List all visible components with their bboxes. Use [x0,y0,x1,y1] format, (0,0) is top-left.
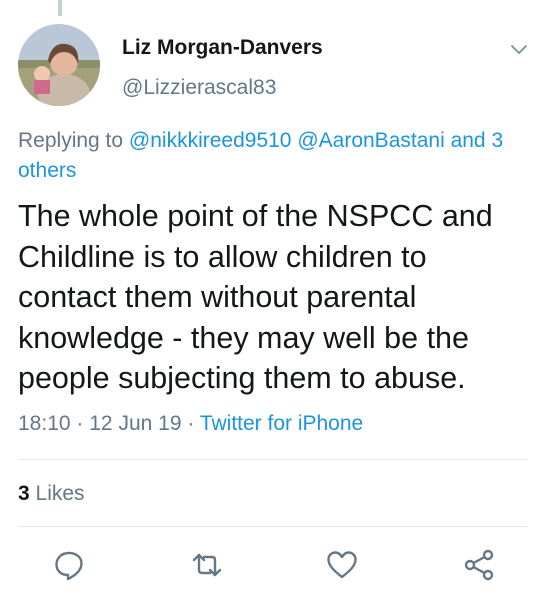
reply-icon[interactable] [52,548,86,582]
tweet-meta: 18:10 · 12 Jun 19 · Twitter for iPhone [18,412,363,436]
meta-separator: · [76,412,84,435]
replying-and[interactable]: and [451,129,486,152]
tweet-time: 18:10 [18,412,71,435]
replying-prefix: Replying to [18,129,124,152]
share-icon[interactable] [462,548,496,582]
tweet-source[interactable]: Twitter for iPhone [200,412,363,435]
divider [18,526,527,527]
replying-to-user-2[interactable]: @AaronBastani [297,129,444,152]
replying-to: Replying to @nikkkireed9510 @AaronBastan… [18,126,528,186]
meta-separator: · [187,412,195,435]
thread-connector-line [58,0,62,16]
avatar[interactable] [18,24,100,106]
chevron-down-icon[interactable] [508,38,530,60]
divider [18,459,527,460]
author-handle[interactable]: @Lizzierascal83 [122,76,276,100]
tweet-date: 12 Jun 19 [89,412,182,435]
avatar-photo [18,24,100,106]
likes-label: Likes [35,482,85,505]
retweet-icon[interactable] [190,548,224,582]
likes-count: 3 [18,482,30,505]
author-name[interactable]: Liz Morgan-Danvers [122,36,323,60]
tweet-text: The whole point of the NSPCC and Childli… [18,199,493,395]
likes-stat[interactable]: 3 Likes [18,482,85,506]
replying-to-user-1[interactable]: @nikkkireed9510 [129,129,292,152]
heart-icon[interactable] [325,548,359,582]
